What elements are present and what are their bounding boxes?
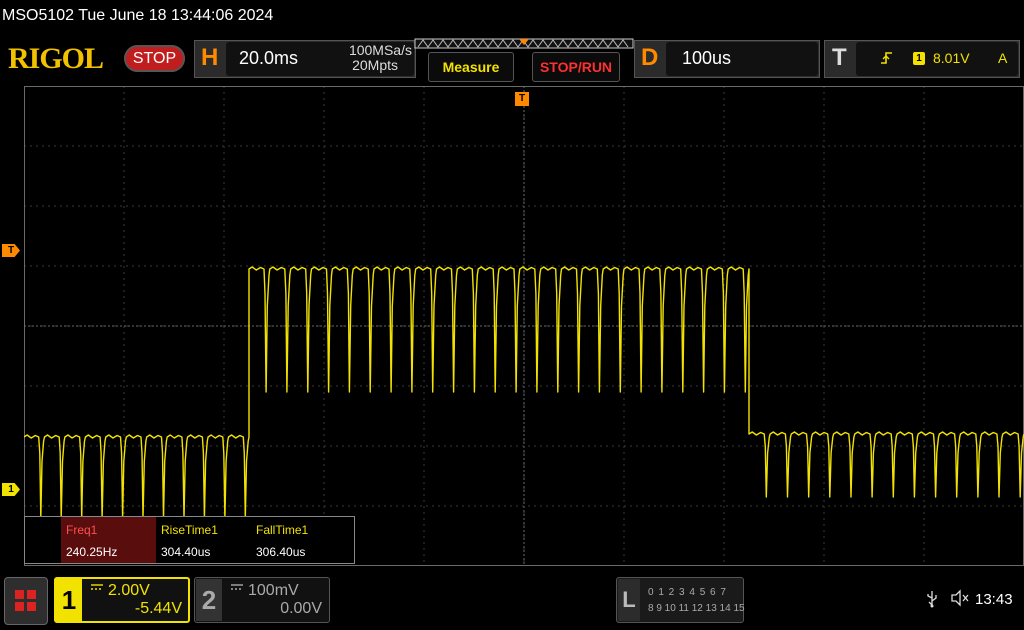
delayed-label: D <box>641 44 659 71</box>
trigger-source-badge: 1 <box>913 52 925 65</box>
sample-rate-value: 100MSa/s <box>348 42 412 58</box>
device-title: MSO5102 Tue June 18 13:44:06 2024 <box>2 7 274 24</box>
run-state-badge[interactable]: STOP <box>124 45 185 72</box>
measurement-risetime[interactable]: RiseTime1 304.40us <box>156 517 251 563</box>
trigger-level-marker[interactable]: T <box>2 244 20 257</box>
trigger-position-marker[interactable]: T <box>515 92 529 106</box>
dc-coupling-icon <box>230 582 244 595</box>
measure-button[interactable]: Measure <box>428 52 514 82</box>
clock: 13:43 <box>975 591 1013 608</box>
channel1-number: 1 <box>56 579 82 621</box>
trigger-mode-value: A <box>998 50 1008 66</box>
delayed-value: 100us <box>682 48 732 68</box>
channel2-number: 2 <box>196 579 222 621</box>
channel1-offset-marker[interactable]: 1 <box>2 483 20 496</box>
timebase-value: 20.0ms <box>239 48 299 68</box>
horizontal-label: H <box>201 44 219 71</box>
measurement-label: FallTime1 <box>256 523 309 537</box>
speaker-muted-icon[interactable] <box>950 589 970 612</box>
dc-coupling-icon <box>90 582 104 595</box>
channel1-scale: 2.00V <box>108 582 150 599</box>
graticule-axes <box>24 86 1024 566</box>
trigger-level-value: 8.01V <box>933 50 970 66</box>
measurement-falltime[interactable]: FallTime1 306.40us <box>251 517 346 563</box>
logic-channels-row2: 8 9 10 11 12 13 14 15 <box>648 603 745 614</box>
measurement-freq[interactable]: Freq1 240.25Hz <box>61 517 156 563</box>
waveform-display[interactable] <box>24 86 1024 566</box>
logic-analyzer-label: L <box>618 579 640 621</box>
brand-logo: RIGOL <box>8 42 104 75</box>
stop-run-button[interactable]: STOP/RUN <box>532 52 620 82</box>
memory-position-bar <box>414 38 634 49</box>
trigger-label: T <box>832 44 847 71</box>
memory-depth-value: 20Mpts <box>352 57 398 73</box>
measurement-label: RiseTime1 <box>161 523 218 537</box>
main-menu-button[interactable] <box>4 577 48 625</box>
channel1-offset: -5.44V <box>134 600 182 617</box>
measurement-value: 240.25Hz <box>66 545 118 559</box>
logic-channels-row1: 0 1 2 3 4 5 6 7 <box>648 587 727 598</box>
channel2-scale: 100mV <box>248 582 299 599</box>
menu-grid-icon <box>15 590 36 611</box>
rising-edge-icon <box>880 50 894 69</box>
measurement-value: 306.40us <box>256 545 306 559</box>
channel2-offset: 0.00V <box>280 600 322 617</box>
usb-icon <box>925 590 939 613</box>
measurement-value: 304.40us <box>161 545 211 559</box>
measurement-label: Freq1 <box>66 523 98 537</box>
